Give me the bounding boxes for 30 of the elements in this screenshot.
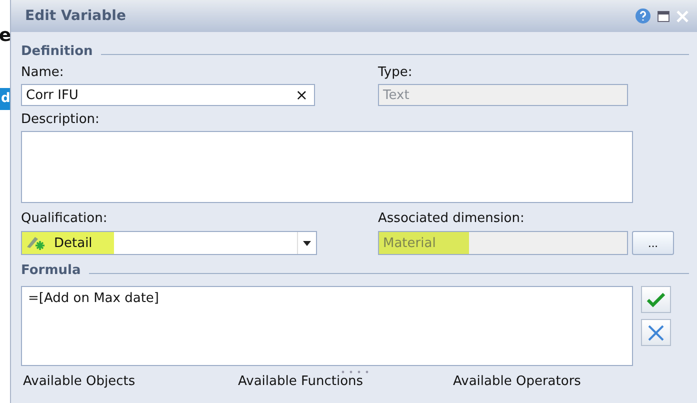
field-value: Material (383, 236, 437, 250)
field-value: Text (383, 88, 410, 102)
field-value: Detail (54, 236, 92, 250)
check-icon (646, 292, 666, 308)
panel-tab[interactable]: Available Operators (451, 374, 666, 389)
field-label: Name: (21, 65, 65, 81)
field-label: Type: (378, 65, 414, 81)
description-field[interactable] (21, 131, 633, 203)
qualification-dropdown[interactable]: Detail (21, 231, 317, 255)
page-button[interactable]: d (0, 88, 10, 110)
cross-icon (647, 324, 665, 342)
window-title: Edit Variable (25, 8, 127, 24)
field-label: Description: (21, 112, 100, 128)
detail-icon (26, 235, 46, 251)
field-value: Corr IFU (26, 88, 80, 102)
clear-formula-button[interactable] (641, 319, 671, 346)
clear-button[interactable]: × (295, 86, 308, 104)
maximize-icon[interactable] (657, 10, 670, 22)
help-icon[interactable] (635, 8, 651, 24)
caret-icon (303, 240, 311, 246)
panel-tab[interactable]: Available Functions (236, 374, 451, 389)
page-heading: e (0, 26, 10, 46)
section-title: Definition (21, 44, 93, 59)
field-label: Qualification: (21, 211, 108, 227)
panel-tab[interactable]: Available Objects (21, 374, 236, 389)
section-title: Formula (21, 263, 81, 278)
name-field[interactable]: Corr IFU × (21, 84, 315, 106)
validate-button[interactable] (641, 286, 671, 313)
field-label: Associated dimension: (378, 211, 526, 227)
formula-field[interactable]: =[Add on Max date] (21, 286, 633, 366)
